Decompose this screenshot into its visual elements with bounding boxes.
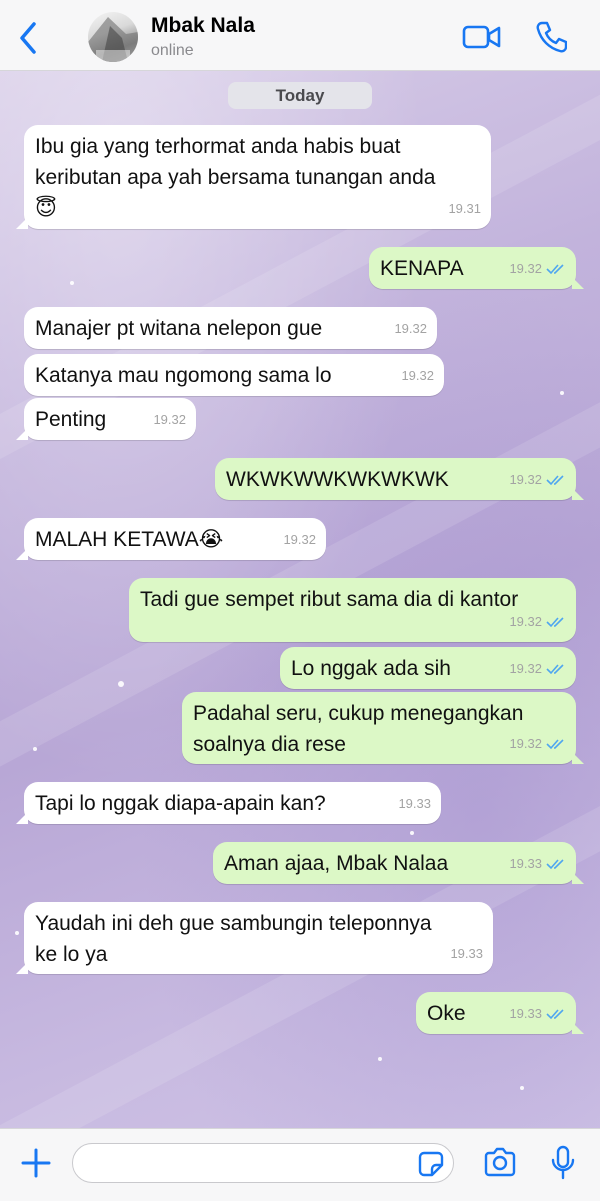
message-time-label: 19.33 <box>509 856 542 871</box>
double-check-icon <box>546 616 564 627</box>
message-input-bar <box>0 1128 600 1201</box>
video-camera-icon[interactable] <box>462 22 502 52</box>
message-text: Manajer pt witana nelepon gue <box>35 317 323 340</box>
contact-name[interactable]: Mbak Nala <box>151 14 255 38</box>
wallpaper-star <box>410 831 414 835</box>
message-bubble-incoming[interactable]: Yaudah ini deh gue sambungin teleponnya … <box>16 902 493 974</box>
wallpaper-star <box>378 1057 382 1061</box>
message-time-label: 19.32 <box>509 661 542 676</box>
message-bubble-outgoing[interactable]: KENAPA 19.32 <box>369 247 584 289</box>
double-check-icon <box>546 738 564 749</box>
message-bubble-outgoing[interactable]: Aman ajaa, Mbak Nalaa 19.33 <box>213 842 584 884</box>
message-bubble-outgoing[interactable]: WKWKWWKWKWKWK 19.32 <box>215 458 584 500</box>
phone-icon[interactable] <box>535 20 567 54</box>
double-check-icon <box>546 1008 564 1019</box>
message-bubble-incoming[interactable]: Ibu gia yang terhormat anda habis buat k… <box>16 125 491 229</box>
message-text: Ibu gia yang terhormat anda habis buat <box>35 135 401 158</box>
message-meta: 19.32 <box>509 253 566 284</box>
message-bubble-outgoing[interactable]: Padahal seru, cukup menegangkan soalnya … <box>182 692 584 764</box>
chat-area[interactable]: Today Ibu gia yang terhormat anda habis … <box>0 71 600 1128</box>
double-check-icon <box>546 263 564 274</box>
double-check-icon <box>546 663 564 674</box>
message-bubble-incoming[interactable]: Tapi lo nggak diapa-apain kan? 19.33 <box>16 782 441 824</box>
message-bubble-incoming[interactable]: Katanya mau ngomong sama lo 19.32 <box>24 354 444 396</box>
message-bubble-outgoing[interactable]: Lo nggak ada sih 19.32 <box>280 647 576 689</box>
message-time-label: 19.33 <box>398 796 431 811</box>
plus-icon[interactable] <box>20 1147 52 1179</box>
message-time: 19.31 <box>448 193 481 224</box>
sticker-icon[interactable] <box>418 1151 444 1177</box>
message-text: Yaudah ini deh gue sambungin teleponnya <box>35 912 432 935</box>
contact-status: online <box>151 42 194 59</box>
message-time-label: 19.32 <box>509 472 542 487</box>
message-text: Padahal seru, cukup menegangkan <box>193 702 524 725</box>
message-time-label: 19.32 <box>509 736 542 751</box>
wallpaper-star <box>560 391 564 395</box>
message-text: Katanya mau ngomong sama lo <box>35 364 332 387</box>
message-input[interactable] <box>72 1143 454 1183</box>
message-text: keributan apa yah bersama tunangan anda <box>35 166 436 189</box>
message-text: Tapi lo nggak diapa-apain kan? <box>35 792 326 815</box>
message-time-label: 19.33 <box>509 1006 542 1021</box>
message-time-label: 19.32 <box>394 321 427 336</box>
wallpaper-star <box>15 931 19 935</box>
message-time-label: 19.32 <box>509 614 542 629</box>
message-bubble-incoming[interactable]: Penting 19.32 <box>16 398 196 440</box>
wallpaper-star <box>33 747 37 751</box>
message-bubble-incoming[interactable]: MALAH KETAWA😭 19.32 <box>16 518 326 560</box>
avatar[interactable] <box>88 12 138 62</box>
message-time-label: 19.31 <box>448 201 481 216</box>
message-time-label: 19.32 <box>153 412 186 427</box>
message-text: MALAH KETAWA😭 <box>35 528 224 551</box>
message-time-label: 19.33 <box>450 946 483 961</box>
message-bubble-outgoing[interactable]: Oke 19.33 <box>416 992 584 1034</box>
message-text: Tadi gue sempet ribut sama dia di kantor <box>140 588 519 611</box>
double-check-icon <box>546 858 564 869</box>
message-bubble-incoming[interactable]: Manajer pt witana nelepon gue 19.32 <box>24 307 437 349</box>
wallpaper-star <box>70 281 74 285</box>
microphone-icon[interactable] <box>551 1145 575 1181</box>
message-text: ke lo ya <box>35 943 108 966</box>
chat-header: Mbak Nala online <box>0 0 600 71</box>
date-separator: Today <box>228 82 372 109</box>
chevron-left-icon[interactable] <box>14 20 44 56</box>
wallpaper-star <box>520 1086 524 1090</box>
message-time-label: 19.32 <box>401 368 434 383</box>
message-time-label: 19.32 <box>283 532 316 547</box>
message-time-label: 19.32 <box>509 261 542 276</box>
message-bubble-outgoing[interactable]: Tadi gue sempet ribut sama dia di kantor… <box>129 578 576 642</box>
double-check-icon <box>546 474 564 485</box>
camera-icon[interactable] <box>483 1147 517 1177</box>
wallpaper-star <box>118 681 124 687</box>
message-text: 😇 <box>35 197 57 220</box>
